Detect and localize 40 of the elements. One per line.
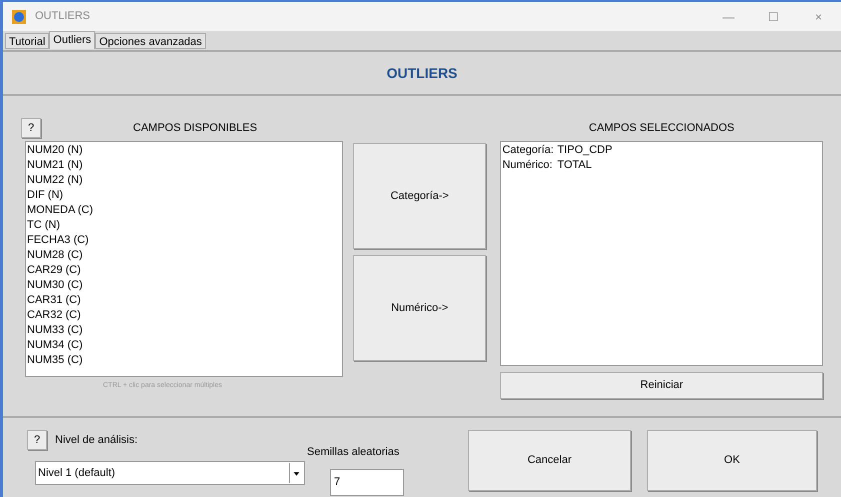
help-button[interactable]: ?	[27, 430, 47, 450]
page-heading: OUTLIERS	[386, 64, 458, 82]
window-title: OUTLIERS	[35, 9, 90, 24]
tab[interactable]: Opciones avanzadas	[95, 33, 206, 49]
list-item[interactable]: NUM34 (C)	[26, 338, 342, 353]
list-item[interactable]: NUM21 (N)	[26, 158, 342, 173]
dropdown-value: Nivel 1 (default)	[37, 466, 116, 481]
list-item[interactable]: NUM35 (C)	[26, 353, 342, 368]
list-item[interactable]: TC (N)	[26, 218, 342, 233]
app-icon	[11, 8, 27, 24]
field-label: Numérico:	[501, 158, 554, 173]
dialog-button[interactable]: Cancelar	[468, 430, 631, 491]
list-item[interactable]: NUM30 (C)	[26, 278, 342, 293]
analysis-level-dropdown[interactable]: Nivel 1 (default)	[35, 461, 305, 485]
list-item[interactable]: NUM28 (C)	[26, 248, 342, 263]
move-button[interactable]: Categoría->	[353, 143, 486, 249]
field-label: Nivel de análisis:	[55, 432, 138, 448]
seeds-input-field[interactable]: 7	[330, 468, 404, 496]
dialog-button[interactable]: OK	[647, 430, 817, 491]
tab[interactable]: Outliers	[49, 31, 96, 49]
field-label: Categoría:	[501, 143, 555, 158]
list-item[interactable]: FECHA3 (C)	[26, 233, 342, 248]
field-label: Semillas aleatorias	[307, 445, 400, 460]
list-item[interactable]: NUM33 (C)	[26, 323, 342, 338]
list-item[interactable]: CAR29 (C)	[26, 263, 342, 278]
list-item[interactable]: CAR31 (C)	[26, 293, 342, 308]
field-value: TOTAL	[557, 158, 592, 173]
list-item[interactable]: NUM22 (N)	[26, 173, 342, 188]
list-item[interactable]: CAR32 (C)	[26, 308, 342, 323]
reset-button[interactable]: Reiniciar	[500, 372, 823, 399]
section-title: CAMPOS SELECCIONADOS	[588, 120, 734, 136]
tab[interactable]: Tutorial	[5, 33, 50, 49]
available-fields-list[interactable]: NUM20 (N) NUM21 (N) NUM22 (N) DIF (N) MONEDA (C) TC (N) FECHA3 (C) NUM28 (C) CAR29 (C) NUM30 (C) CAR31 (C) CAR32 (C) NUM33 (C) NUM34 (C) NUM35 (C)	[25, 141, 343, 377]
list-item[interactable]: DIF (N)	[26, 188, 342, 203]
list-item[interactable]: NUM20 (N)	[26, 143, 342, 158]
section-title: CAMPOS DISPONIBLES	[133, 120, 258, 136]
help-button[interactable]: ?	[21, 118, 41, 138]
move-button[interactable]: Numérico->	[353, 255, 486, 361]
list-item[interactable]: MONEDA (C)	[26, 203, 342, 218]
field-value: TIPO_CDP	[557, 143, 612, 158]
